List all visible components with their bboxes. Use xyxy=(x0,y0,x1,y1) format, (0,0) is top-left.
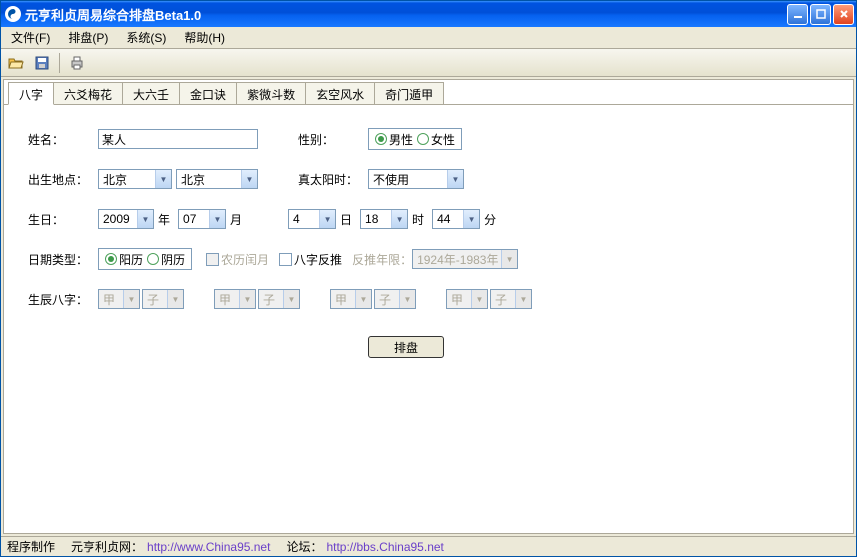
chevron-down-icon: ▼ xyxy=(155,170,171,188)
chevron-down-icon: ▼ xyxy=(137,210,153,228)
minimize-button[interactable] xyxy=(787,4,808,25)
gender-male-radio[interactable]: 男性 xyxy=(375,131,413,148)
year-select[interactable]: 2009▼ xyxy=(98,209,154,229)
reverse-range-label: 反推年限： xyxy=(352,251,412,268)
datetype-label: 日期类型： xyxy=(28,251,98,268)
minute-unit: 分 xyxy=(484,211,496,228)
city-select[interactable]: 北京▼ xyxy=(176,169,258,189)
chevron-down-icon: ▼ xyxy=(501,250,517,268)
content-area: 八字 六爻梅花 大六壬 金口诀 紫微斗数 玄空风水 奇门遁甲 姓名： 性别： 男… xyxy=(3,79,854,534)
app-window: 元亨利贞周易综合排盘Beta1.0 文件(F) 排盘(P) 系统(S) 帮助(H… xyxy=(0,0,857,557)
tab-qimen[interactable]: 奇门遁甲 xyxy=(374,82,444,104)
status-site-link[interactable]: http://www.China95.net xyxy=(147,540,270,554)
tab-panel-bazi: 姓名： 性别： 男性 女性 出生地点： 北京▼ 北京▼ 真太阳时： 不使用▼ 生… xyxy=(4,104,853,533)
hour-select[interactable]: 18▼ xyxy=(360,209,408,229)
chevron-down-icon: ▼ xyxy=(319,210,335,228)
birthplace-label: 出生地点： xyxy=(28,171,98,188)
truesun-select[interactable]: 不使用▼ xyxy=(368,169,464,189)
hour-unit: 时 xyxy=(412,211,424,228)
chevron-down-icon: ▼ xyxy=(471,290,487,308)
day-branch-select: 子▼ xyxy=(374,289,416,309)
tab-strip: 八字 六爻梅花 大六壬 金口诀 紫微斗数 玄空风水 奇门遁甲 xyxy=(4,82,853,104)
chevron-down-icon: ▼ xyxy=(241,170,257,188)
year-stem-select: 甲▼ xyxy=(98,289,140,309)
chevron-down-icon: ▼ xyxy=(209,210,225,228)
province-select[interactable]: 北京▼ xyxy=(98,169,172,189)
toolbar xyxy=(1,49,856,77)
tab-daliuren[interactable]: 大六壬 xyxy=(122,82,180,104)
leap-checkbox[interactable]: 农历闰月 xyxy=(206,251,269,268)
name-input[interactable] xyxy=(98,129,258,149)
app-icon xyxy=(5,6,21,22)
titlebar[interactable]: 元亨利贞周易综合排盘Beta1.0 xyxy=(1,1,856,27)
tab-jinkoujue[interactable]: 金口诀 xyxy=(179,82,237,104)
chevron-down-icon: ▼ xyxy=(239,290,255,308)
month-unit: 月 xyxy=(230,211,242,228)
gender-group: 男性 女性 xyxy=(368,128,462,150)
truesun-label: 真太阳时： xyxy=(298,171,368,188)
month-select[interactable]: 07▼ xyxy=(178,209,226,229)
radio-icon xyxy=(147,253,159,265)
gender-label: 性别： xyxy=(298,131,368,148)
reverse-checkbox[interactable]: 八字反推 xyxy=(279,251,342,268)
checkbox-icon xyxy=(206,253,219,266)
year-branch-select: 子▼ xyxy=(142,289,184,309)
menu-system[interactable]: 系统(S) xyxy=(120,27,172,48)
menubar: 文件(F) 排盘(P) 系统(S) 帮助(H) xyxy=(1,27,856,49)
tab-ziwei[interactable]: 紫微斗数 xyxy=(236,82,306,104)
window-title: 元亨利贞周易综合排盘Beta1.0 xyxy=(25,5,787,24)
tab-bazi[interactable]: 八字 xyxy=(8,82,54,105)
lunar-radio[interactable]: 阴历 xyxy=(147,251,185,268)
year-unit: 年 xyxy=(158,211,170,228)
minute-select[interactable]: 44▼ xyxy=(432,209,480,229)
paipan-button[interactable]: 排盘 xyxy=(368,336,444,358)
checkbox-icon xyxy=(279,253,292,266)
menu-file[interactable]: 文件(F) xyxy=(5,27,56,48)
reverse-range-select: 1924年-1983年▼ xyxy=(412,249,518,269)
tab-liuyao[interactable]: 六爻梅花 xyxy=(53,82,123,104)
status-site-label: 元亨利贞网： xyxy=(71,538,143,555)
hour-branch-select: 子▼ xyxy=(490,289,532,309)
radio-icon xyxy=(375,133,387,145)
name-label: 姓名： xyxy=(28,131,98,148)
chevron-down-icon: ▼ xyxy=(391,210,407,228)
birthday-label: 生日： xyxy=(28,211,98,228)
menu-paipan[interactable]: 排盘(P) xyxy=(62,27,114,48)
gender-female-radio[interactable]: 女性 xyxy=(417,131,455,148)
day-stem-select: 甲▼ xyxy=(330,289,372,309)
menu-help[interactable]: 帮助(H) xyxy=(178,27,231,48)
chevron-down-icon: ▼ xyxy=(447,170,463,188)
statusbar: 程序制作 元亨利贞网： http://www.China95.net 论坛： h… xyxy=(1,536,856,556)
solar-radio[interactable]: 阳历 xyxy=(105,251,143,268)
open-button[interactable] xyxy=(5,52,27,74)
chevron-down-icon: ▼ xyxy=(399,290,415,308)
save-button[interactable] xyxy=(31,52,53,74)
chevron-down-icon: ▼ xyxy=(515,290,531,308)
hour-stem-select: 甲▼ xyxy=(446,289,488,309)
month-stem-select: 甲▼ xyxy=(214,289,256,309)
chevron-down-icon: ▼ xyxy=(463,210,479,228)
radio-icon xyxy=(105,253,117,265)
datetype-group: 阳历 阴历 xyxy=(98,248,192,270)
maximize-button[interactable] xyxy=(810,4,831,25)
bazi-label: 生辰八字： xyxy=(28,291,98,308)
status-bbs-label: 论坛： xyxy=(286,538,322,555)
status-bbs-link[interactable]: http://bbs.China95.net xyxy=(326,540,443,554)
toolbar-separator xyxy=(59,53,60,73)
chevron-down-icon: ▼ xyxy=(167,290,183,308)
chevron-down-icon: ▼ xyxy=(355,290,371,308)
print-button[interactable] xyxy=(66,52,88,74)
day-unit: 日 xyxy=(340,211,352,228)
tab-xuankong[interactable]: 玄空风水 xyxy=(305,82,375,104)
chevron-down-icon: ▼ xyxy=(283,290,299,308)
radio-icon xyxy=(417,133,429,145)
close-button[interactable] xyxy=(833,4,854,25)
month-branch-select: 子▼ xyxy=(258,289,300,309)
chevron-down-icon: ▼ xyxy=(123,290,139,308)
day-select[interactable]: 4▼ xyxy=(288,209,336,229)
status-maker: 程序制作 xyxy=(7,538,55,555)
